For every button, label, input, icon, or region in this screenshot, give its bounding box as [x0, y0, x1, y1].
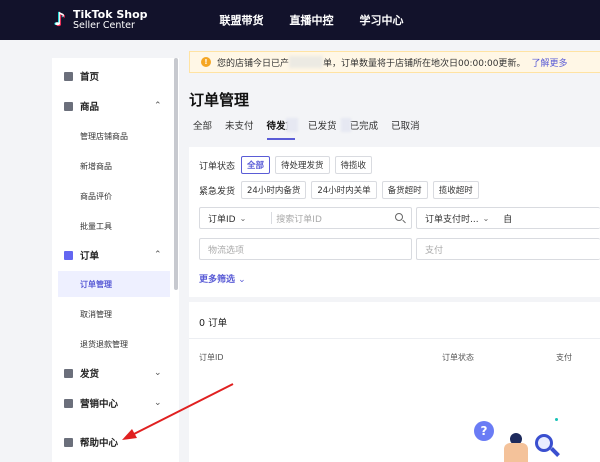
status-chip-all[interactable]: 全部 [241, 156, 271, 174]
order-tabs: 全部 未支付 待发货 已发货 已完成 已取消 [193, 118, 433, 140]
chevron-down-icon: ⌄ [154, 368, 162, 378]
logistics-select[interactable]: 物流选项 [199, 238, 412, 260]
chevron-down-icon: ⌄ [238, 275, 246, 285]
sidebar-item-help-center[interactable]: 帮助中心 [52, 429, 172, 455]
notice-banner: ! 您的店铺今日已产 单，订单数量将于店铺所在地次日00:00:00更新。 了解… [189, 51, 600, 73]
sidebar-item-product-reviews[interactable]: 商品评价 [52, 183, 172, 209]
marketing-icon [64, 398, 73, 408]
notice-text-start: 您的店铺今日已产 [217, 58, 290, 69]
urgent-ship-filter: 紧急发货 24小时内备货 24小时内关单 备货超时 揽收超时 [199, 181, 484, 199]
chevron-down-icon: ⌄ [154, 398, 162, 408]
sidebar-item-label: 帮助中心 [80, 438, 119, 449]
filter-label: 订单状态 [199, 161, 236, 172]
sidebar-item-home[interactable]: 首页 [52, 63, 172, 89]
more-filters-link[interactable]: 更多筛选 ⌄ [199, 272, 246, 285]
tiktok-shop-logo[interactable]: ♪ ♪ ♪ TikTok Shop Seller Center [52, 9, 148, 31]
order-id-select[interactable]: 订单ID [200, 212, 236, 225]
sidebar-item-label: 退货退款管理 [80, 339, 128, 349]
sidebar-item-label: 新增商品 [80, 161, 112, 171]
pay-time-field: 订单支付时... ⌄ 自 [416, 207, 600, 229]
order-icon [64, 250, 73, 260]
home-icon [64, 71, 73, 81]
sidebar-item-order-management[interactable]: 订单管理 [58, 271, 170, 297]
urgent-chip-prepare-overdue[interactable]: 备货超时 [381, 181, 428, 199]
redaction [341, 118, 351, 132]
nav-live-control[interactable]: 直播中控 [290, 12, 334, 28]
pay-time-select[interactable]: 订单支付时... [417, 212, 479, 225]
sidebar-scrollbar[interactable] [174, 58, 178, 290]
sidebar-item-marketing[interactable]: 营销中心 ⌄ [52, 390, 172, 416]
redaction [286, 118, 298, 132]
shipping-icon [64, 368, 73, 378]
tiktok-logo-icon: ♪ ♪ ♪ [53, 9, 67, 31]
page-title: 订单管理 [189, 91, 250, 109]
column-header-order-id[interactable]: 订单ID [199, 352, 224, 363]
status-chip-pending-ship[interactable]: 待处理发货 [275, 156, 330, 174]
decorative-dot [555, 418, 558, 421]
urgent-chip-pickup-overdue[interactable]: 揽收超时 [432, 181, 479, 199]
sidebar-item-bulk-tools[interactable]: 批量工具 [52, 213, 172, 239]
date-from[interactable]: 自 [503, 212, 512, 225]
brand-subtitle: Seller Center [73, 20, 135, 31]
sidebar-item-label: 商品 [80, 102, 100, 113]
payment-select[interactable]: 支付 [416, 238, 600, 260]
chevron-up-icon: ⌃ [154, 101, 162, 111]
order-status-filter: 订单状态 全部 待处理发货 待揽收 [199, 156, 377, 174]
sidebar-item-label: 首页 [80, 72, 100, 83]
learn-more-link[interactable]: 了解更多 [531, 56, 567, 69]
sidebar-item-label: 订单 [80, 251, 100, 262]
top-navigation-bar: ♪ ♪ ♪ TikTok Shop Seller Center 联盟带货 直播中控 … [0, 0, 600, 40]
urgent-chip-24h-close[interactable]: 24小时内关单 [311, 181, 377, 199]
tab-completed[interactable]: 已完成 [350, 118, 379, 140]
column-header-payment[interactable]: 支付 [556, 352, 572, 363]
filter-panel: 订单状态 全部 待处理发货 待揽收 紧急发货 24小时内备货 24小时内关单 备… [189, 147, 600, 297]
sidebar-item-orders[interactable]: 订单 ⌃ [52, 242, 172, 268]
warning-icon: ! [201, 57, 211, 67]
question-icon: ? [474, 421, 494, 441]
status-chip-awaiting-pickup[interactable]: 待揽收 [334, 156, 373, 174]
sidebar-item-label: 商品评价 [80, 191, 112, 201]
person-illustration [500, 433, 532, 462]
chevron-up-icon: ⌃ [154, 250, 162, 260]
sidebar-item-returns-refunds[interactable]: 退货退款管理 [52, 331, 172, 357]
nav-affiliate[interactable]: 联盟带货 [220, 12, 264, 28]
redacted-count [289, 56, 324, 68]
chevron-down-icon: ⌄ [482, 213, 490, 223]
tab-unpaid[interactable]: 未支付 [225, 118, 254, 140]
sidebar-item-label: 订单管理 [80, 279, 112, 289]
sidebar-item-shipping[interactable]: 发货 ⌄ [52, 360, 172, 386]
search-input[interactable]: 搜索订单ID [276, 212, 322, 225]
product-icon [64, 101, 73, 111]
search-icon[interactable] [395, 213, 403, 221]
help-icon [64, 437, 73, 447]
brand-name: TikTok Shop [73, 8, 148, 21]
column-header-order-status[interactable]: 订单状态 [442, 352, 474, 363]
order-count: 0 订单 [199, 318, 228, 329]
sidebar-item-label: 管理店铺商品 [80, 131, 128, 141]
sidebar-item-add-product[interactable]: 新增商品 [52, 153, 172, 179]
nav-learning-center[interactable]: 学习中心 [360, 12, 404, 28]
sidebar-item-label: 营销中心 [80, 399, 119, 410]
sidebar: 首页 商品 ⌃ 管理店铺商品 新增商品 商品评价 批量工具 订单 ⌃ 订单管理 … [52, 58, 179, 462]
chevron-down-icon: ⌄ [239, 213, 247, 223]
order-search-field: 订单ID ⌄ 搜索订单ID [199, 207, 412, 229]
urgent-chip-24h-prepare[interactable]: 24小时内备货 [241, 181, 307, 199]
filter-label: 紧急发货 [199, 186, 236, 197]
top-nav-menu: 联盟带货 直播中控 学习中心 [220, 12, 430, 28]
notice-text-end: 单，订单数量将于店铺所在地次日00:00:00更新。 [323, 58, 526, 69]
sidebar-item-products[interactable]: 商品 ⌃ [52, 93, 172, 119]
tab-cancelled[interactable]: 已取消 [391, 118, 420, 140]
sidebar-item-label: 批量工具 [80, 221, 112, 231]
sidebar-item-cancellations[interactable]: 取消管理 [52, 301, 172, 327]
sidebar-item-label: 发货 [80, 369, 100, 380]
tab-all[interactable]: 全部 [193, 118, 212, 140]
sidebar-item-manage-products[interactable]: 管理店铺商品 [52, 123, 172, 149]
tab-shipped[interactable]: 已发货 [308, 118, 337, 140]
sidebar-item-label: 取消管理 [80, 309, 112, 319]
